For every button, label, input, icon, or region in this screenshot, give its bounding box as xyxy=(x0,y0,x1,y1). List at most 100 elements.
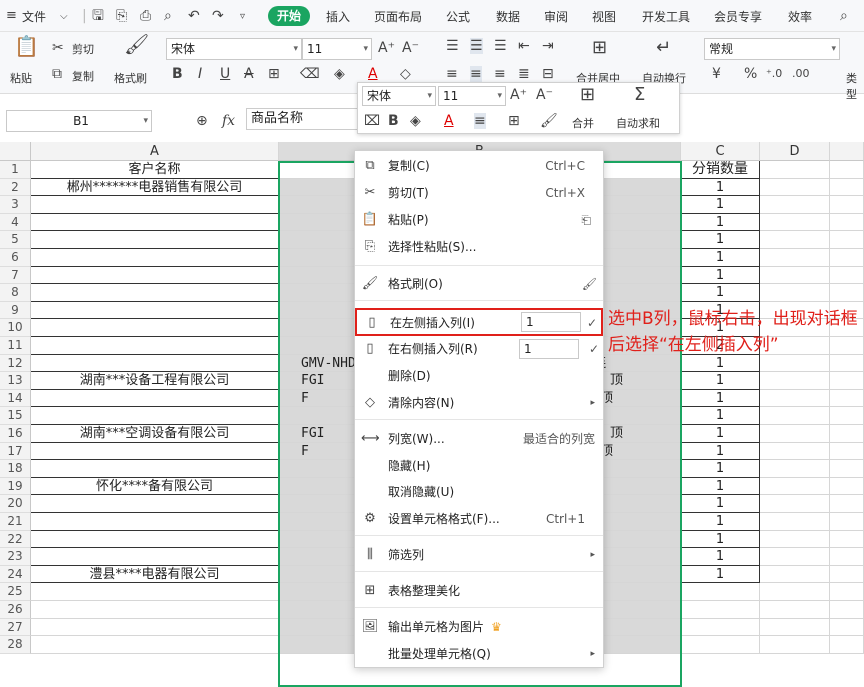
cell-e8[interactable] xyxy=(830,284,864,302)
cell-c7[interactable]: 1 xyxy=(681,266,760,285)
tab-page-layout[interactable]: 页面布局 xyxy=(374,8,422,25)
tab-start[interactable]: 开始 xyxy=(268,6,310,26)
cell-a5[interactable] xyxy=(31,231,279,249)
cut-button[interactable]: 剪切 xyxy=(72,41,94,57)
export-icon[interactable]: ⎘ xyxy=(116,8,127,24)
tab-review[interactable]: 审阅 xyxy=(544,8,568,25)
best-fit-button[interactable]: 最适合的列宽 xyxy=(523,426,595,452)
bold-button[interactable]: B xyxy=(172,66,183,82)
cell-c15[interactable]: 1 xyxy=(681,407,760,425)
row-header-8[interactable]: 8 xyxy=(0,284,31,302)
menu-item-cut[interactable]: ✂ 剪切(T) Ctrl+X xyxy=(355,180,603,206)
row-header-1[interactable]: 1 xyxy=(0,161,31,179)
menu-item-unhide[interactable]: 取消隐藏(U) xyxy=(355,479,603,505)
cell-e16[interactable] xyxy=(830,425,864,443)
justify-icon[interactable]: ≣ xyxy=(518,66,530,82)
cell-a26[interactable] xyxy=(31,601,279,619)
cell-a1[interactable]: 客户名称 xyxy=(31,161,279,179)
cell-c19[interactable]: 1 xyxy=(681,477,760,496)
cell-d24[interactable] xyxy=(760,565,830,584)
align-top-icon[interactable]: ☰ xyxy=(446,38,459,54)
menu-item-export-image[interactable]: 🖼 输出单元格为图片 ♛ xyxy=(355,614,603,640)
cell-a27[interactable] xyxy=(31,618,279,637)
cell-e18[interactable] xyxy=(830,460,864,478)
cell-d15[interactable] xyxy=(760,407,830,425)
cell-e27[interactable] xyxy=(830,618,864,637)
format-painter-button[interactable]: 格式刷 xyxy=(114,70,147,86)
menu-item-delete[interactable]: 删除(D) xyxy=(355,363,603,389)
strikethrough-button[interactable]: A xyxy=(244,66,254,82)
cell-d4[interactable] xyxy=(760,213,830,232)
cell-d21[interactable] xyxy=(760,513,830,531)
cell-c18[interactable]: 1 xyxy=(681,460,760,478)
menu-item-insert-left[interactable]: ▯ 在左侧插入列(I) 1 ✓ xyxy=(355,308,603,336)
row-header-16[interactable]: 16 xyxy=(0,425,31,443)
cell-e24[interactable] xyxy=(830,565,864,584)
cell-c16[interactable]: 1 xyxy=(681,425,760,443)
align-middle-icon[interactable]: ☰ xyxy=(470,38,483,54)
mini-fill-color-icon[interactable]: ◈ xyxy=(410,113,421,129)
cell-d8[interactable] xyxy=(760,284,830,302)
row-header-15[interactable]: 15 xyxy=(0,407,31,425)
cell-a25[interactable] xyxy=(31,583,279,601)
row-header-19[interactable]: 19 xyxy=(0,477,31,496)
menu-item-beautify[interactable]: ⊞ 表格整理美化 xyxy=(355,578,603,604)
row-header-9[interactable]: 9 xyxy=(0,301,31,320)
clear-format-icon[interactable]: ⌫ xyxy=(300,66,320,82)
cell-a18[interactable] xyxy=(31,460,279,478)
tab-formula[interactable]: 公式 xyxy=(446,8,470,25)
cell-c13[interactable]: 1 xyxy=(681,372,760,390)
mini-merge-button[interactable]: 合并 xyxy=(572,115,594,131)
cell-a8[interactable] xyxy=(31,284,279,302)
cell-d22[interactable] xyxy=(760,530,830,549)
underline-button[interactable]: U xyxy=(220,66,230,82)
cell-e17[interactable] xyxy=(830,442,864,461)
mini-merge-icon[interactable]: ⊞ xyxy=(580,86,595,104)
undo-icon[interactable]: ↶ xyxy=(188,8,200,24)
confirm-check-icon[interactable]: ✓ xyxy=(587,310,597,336)
cell-e25[interactable] xyxy=(830,583,864,601)
font-grow-icon[interactable]: A⁺ xyxy=(510,87,527,103)
cell-a24[interactable]: 澧县****电器有限公司 xyxy=(31,565,279,584)
menu-item-copy[interactable]: ⧉ 复制(C) Ctrl+C xyxy=(355,153,603,179)
cell-c20[interactable]: 1 xyxy=(681,495,760,513)
row-header-13[interactable]: 13 xyxy=(0,372,31,390)
row-header-26[interactable]: 26 xyxy=(0,601,31,619)
mini-align-icon[interactable]: ≡ xyxy=(474,113,486,129)
name-box[interactable]: B1 ▾ xyxy=(6,110,152,132)
cell-d26[interactable] xyxy=(760,601,830,619)
hamburger-icon[interactable]: ≡ xyxy=(6,8,17,24)
cell-d27[interactable] xyxy=(760,618,830,637)
cell-a15[interactable] xyxy=(31,407,279,425)
cut-icon[interactable]: ✂ xyxy=(52,40,64,56)
insert-right-count-input[interactable]: 1 xyxy=(519,339,579,359)
cell-a22[interactable] xyxy=(31,530,279,549)
cell-d16[interactable] xyxy=(760,425,830,443)
menu-item-filter[interactable]: ⫼ 筛选列 ▸ xyxy=(355,542,603,568)
cell-d6[interactable] xyxy=(760,249,830,267)
cell-c25[interactable] xyxy=(681,583,760,601)
paste-label[interactable]: 粘贴 xyxy=(10,70,32,86)
cell-c28[interactable] xyxy=(681,636,760,654)
save-icon[interactable]: 🖫 xyxy=(92,8,104,24)
cell-c22[interactable]: 1 xyxy=(681,530,760,549)
copy-button[interactable]: 复制 xyxy=(72,68,94,84)
menu-item-batch[interactable]: 批量处理单元格(Q) ▸ xyxy=(355,641,603,667)
convert-icon[interactable]: ⌧ xyxy=(364,113,380,129)
percent-button[interactable]: % xyxy=(744,66,757,82)
cell-e6[interactable] xyxy=(830,249,864,267)
copy-icon[interactable]: ⧉ xyxy=(52,66,62,82)
currency-button[interactable]: ¥ xyxy=(712,66,721,82)
cell-c3[interactable]: 1 xyxy=(681,196,760,214)
row-header-3[interactable]: 3 xyxy=(0,196,31,214)
cell-a21[interactable] xyxy=(31,513,279,531)
cell-d5[interactable] xyxy=(760,231,830,249)
align-bottom-icon[interactable]: ☰ xyxy=(494,38,507,54)
file-menu[interactable]: 文件 xyxy=(22,8,46,25)
menu-item-hide[interactable]: 隐藏(H) xyxy=(355,453,603,479)
eraser-icon[interactable]: ◇ xyxy=(400,66,411,82)
cell-c1[interactable]: 分销数量 xyxy=(681,161,760,179)
type-convert-button[interactable]: 类型 xyxy=(846,70,864,102)
cell-e21[interactable] xyxy=(830,513,864,531)
cell-c23[interactable]: 1 xyxy=(681,548,760,566)
